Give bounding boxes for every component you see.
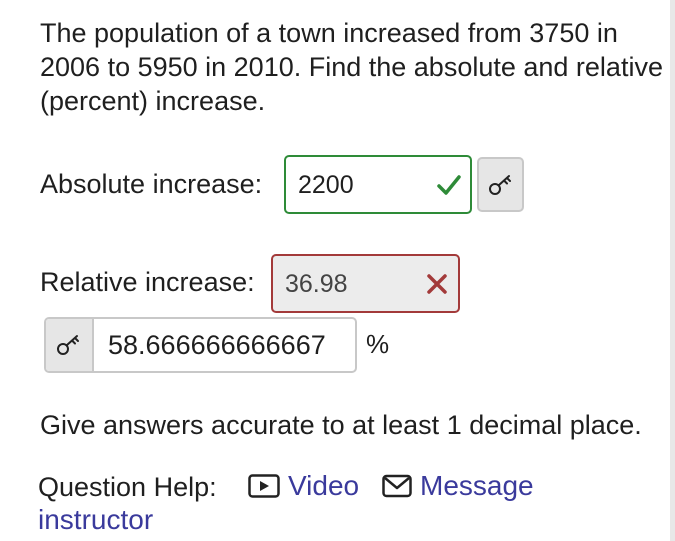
question-prompt: The population of a town increased from … [40, 18, 663, 116]
relative-increase-value: 36.98 [285, 269, 348, 298]
instructions-text: Give answers accurate to at least 1 deci… [40, 410, 642, 440]
video-link-label: Video [288, 470, 360, 501]
percent-unit: % [366, 329, 390, 359]
absolute-increase-label: Absolute increase: [40, 169, 263, 199]
check-icon [437, 174, 461, 195]
scrollbar-track[interactable] [670, 0, 675, 541]
key-icon [57, 335, 79, 355]
relative-increase-input[interactable]: 36.98 [271, 254, 460, 313]
correct-answer-key [46, 319, 94, 371]
key-icon [488, 174, 511, 195]
question-help-label: Question Help: [38, 472, 217, 502]
absolute-increase-value: 2200 [298, 170, 354, 199]
message-link-label: Message [420, 470, 534, 501]
show-answer-button[interactable] [477, 157, 524, 212]
absolute-increase-input[interactable]: 2200 [284, 155, 472, 214]
mail-icon [382, 474, 412, 498]
relative-increase-label: Relative increase: [40, 267, 255, 297]
correct-answer-box: 58.666666666667 [44, 317, 357, 373]
video-icon [248, 474, 280, 498]
x-icon [427, 273, 447, 294]
message-link-label-line2[interactable]: instructor [38, 504, 153, 536]
video-link[interactable]: Video [248, 470, 359, 502]
correct-answer-value: 58.666666666667 [108, 329, 326, 360]
message-instructor-link[interactable]: Message [382, 470, 534, 502]
